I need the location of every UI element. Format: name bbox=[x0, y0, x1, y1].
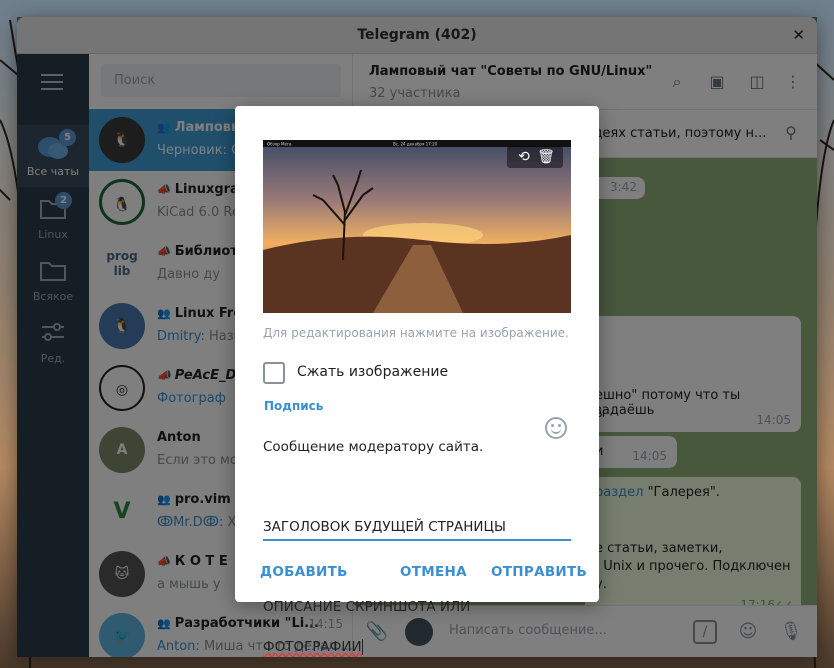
photo-topbar-center: Вс, 24 декабря 17:20 bbox=[393, 142, 438, 147]
compress-image-label[interactable]: Сжать изображение bbox=[297, 364, 448, 380]
caption-label: Подпись bbox=[264, 399, 324, 413]
edit-hint: Для редактирования нажмите на изображени… bbox=[263, 326, 569, 340]
photo-preview[interactable]: Обзор Мега Вс, 24 декабря 17:20 ⟲ 🗑 bbox=[263, 140, 571, 313]
caption-line: ОПИСАНИЕ СКРИНШОТА ИЛИ bbox=[263, 599, 471, 615]
photo-tools: ⟲ 🗑 bbox=[507, 146, 563, 168]
photo-topbar-left: Обзор Мега bbox=[267, 142, 292, 147]
cancel-button[interactable]: ОТМЕНА bbox=[400, 564, 467, 580]
caption-misspelled-word: ФОТОГРАФИИ bbox=[263, 639, 362, 655]
caption-line: Сообщение модератору сайта. bbox=[263, 439, 484, 455]
add-button[interactable]: ДОБАВИТЬ bbox=[260, 564, 348, 580]
compress-image-checkbox[interactable] bbox=[263, 362, 285, 384]
emoji-icon[interactable] bbox=[545, 417, 567, 439]
caption-line: ЗАГОЛОВОК БУДУЩЕЙ СТРАНИЦЫ bbox=[263, 519, 506, 535]
caption-input[interactable]: Сообщение модератору сайта. ЗАГОЛОВОК БУ… bbox=[263, 417, 541, 655]
send-button[interactable]: ОТПРАВИТЬ bbox=[491, 564, 587, 580]
caption-line bbox=[263, 477, 541, 497]
send-photo-dialog: Обзор Мега Вс, 24 декабря 17:20 ⟲ 🗑 Для р… bbox=[235, 106, 599, 655]
replace-icon[interactable]: ⟲ bbox=[513, 146, 535, 168]
text-cursor bbox=[361, 639, 363, 655]
caption-underline bbox=[263, 539, 571, 541]
delete-icon[interactable]: 🗑 bbox=[535, 146, 557, 168]
